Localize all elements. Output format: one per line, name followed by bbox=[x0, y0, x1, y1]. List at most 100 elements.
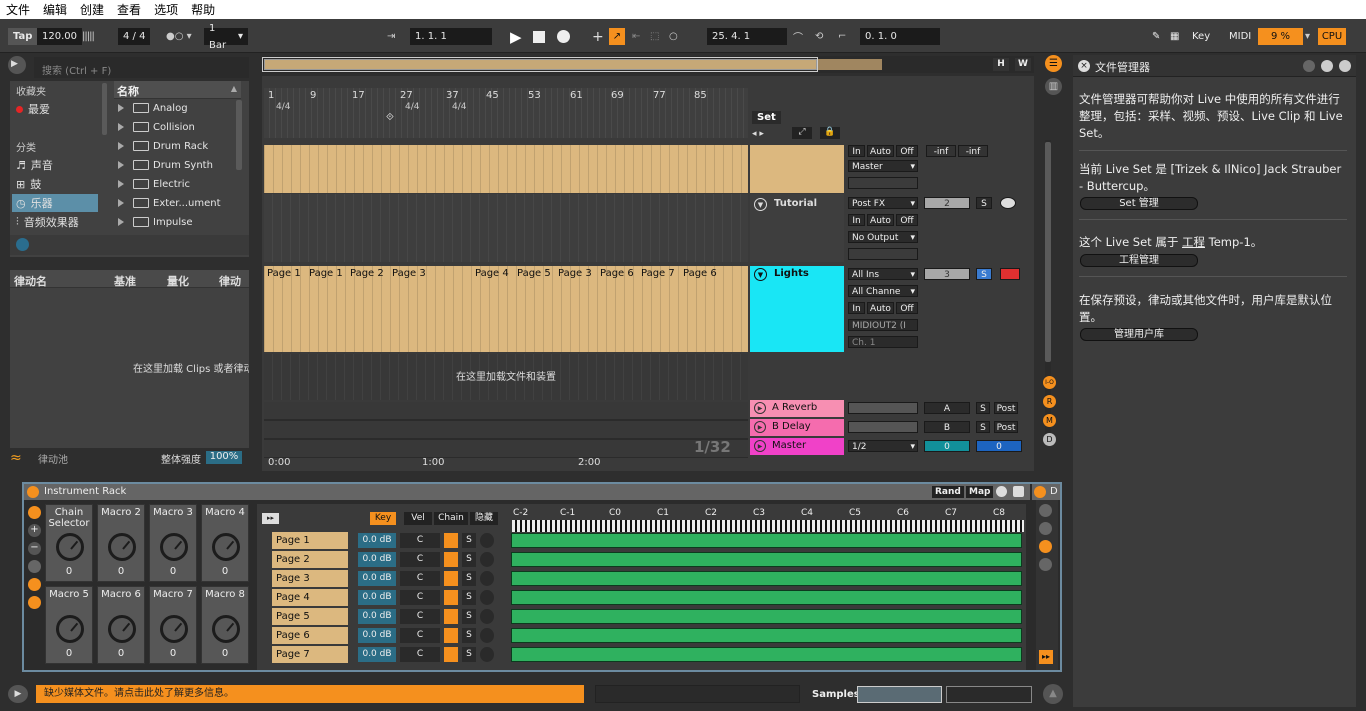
return-a-header[interactable]: ▶ A Reverb bbox=[750, 400, 844, 417]
chain-hotswap-icon[interactable] bbox=[480, 647, 494, 662]
clip-label[interactable]: Page 5 bbox=[517, 268, 551, 279]
knob-icon[interactable] bbox=[212, 615, 240, 643]
beat-ruler[interactable] bbox=[264, 88, 748, 138]
overdub-icon[interactable]: + bbox=[592, 28, 604, 45]
clip-label[interactable]: Page 4 bbox=[475, 268, 509, 279]
track-2-off[interactable]: Off bbox=[896, 214, 918, 226]
macro-knob[interactable]: Macro 3 0 bbox=[149, 504, 197, 582]
key-map-button[interactable]: Key bbox=[1192, 28, 1210, 45]
set-nav-icon[interactable]: ◂ ▸ bbox=[752, 129, 764, 139]
chain-name[interactable]: Page 7 bbox=[272, 646, 348, 663]
meter-field[interactable]: 4 / 4 bbox=[118, 28, 151, 45]
next-device-bar[interactable]: D bbox=[1032, 484, 1060, 500]
fold-icon[interactable]: ▼ bbox=[754, 198, 767, 211]
chain-volume[interactable]: 0.0 dB bbox=[358, 552, 396, 567]
track-1-vol2[interactable]: -inf bbox=[958, 145, 988, 157]
chain-volume[interactable]: 0.0 dB bbox=[358, 628, 396, 643]
sidebar-item-favorite[interactable]: 最爱 bbox=[16, 100, 50, 118]
track-1-vol[interactable]: -inf bbox=[926, 145, 956, 157]
clip-label[interactable]: Page 1 bbox=[267, 268, 301, 279]
chain-hotswap-icon[interactable] bbox=[480, 628, 494, 643]
quantize-select[interactable]: 1 Bar ▾ bbox=[204, 23, 248, 51]
remove-macro-icon[interactable]: − bbox=[28, 542, 41, 555]
chain-pan[interactable]: C bbox=[400, 552, 440, 567]
chain-name[interactable]: Page 1 bbox=[272, 532, 348, 549]
project-link[interactable]: 工程 bbox=[1182, 235, 1205, 249]
map-button[interactable]: Map bbox=[966, 486, 994, 498]
track-3-arm-icon[interactable] bbox=[1000, 268, 1020, 280]
home-icon[interactable] bbox=[1339, 60, 1351, 72]
project-manage-button[interactable]: 工程管理 bbox=[1080, 254, 1198, 267]
track-3-in[interactable]: In bbox=[848, 302, 865, 314]
sidebar-item-audio-effects[interactable]: ⫶ 音频效果器 bbox=[16, 213, 79, 231]
clip-label[interactable]: Page 3 bbox=[392, 268, 426, 279]
knob-icon[interactable] bbox=[56, 533, 84, 561]
track-1-clip[interactable] bbox=[264, 145, 748, 193]
track-3-header[interactable]: ▼ Lights bbox=[750, 266, 844, 352]
clip-label[interactable]: Page 1 bbox=[309, 268, 343, 279]
return-b-letter[interactable]: B bbox=[924, 421, 970, 433]
rack-preset-icon[interactable] bbox=[1013, 486, 1024, 497]
clip-label[interactable]: Page 6 bbox=[683, 268, 717, 279]
menu-file[interactable]: 文件 bbox=[6, 1, 30, 18]
height-button[interactable]: H bbox=[993, 58, 1009, 71]
name-header[interactable]: 名称 ▲ bbox=[114, 81, 241, 99]
clip-label[interactable]: Page 2 bbox=[350, 268, 384, 279]
tap-button[interactable]: Tap bbox=[8, 28, 38, 45]
master-vol[interactable]: 0 bbox=[924, 440, 970, 452]
track-2-sub[interactable] bbox=[848, 248, 918, 260]
speaker-icon[interactable] bbox=[444, 609, 458, 624]
user-library-button[interactable]: 管理用户库 bbox=[1080, 328, 1198, 341]
chain-solo[interactable]: S bbox=[462, 571, 476, 586]
track-1-sub[interactable] bbox=[848, 177, 918, 189]
track-3-solo[interactable]: S bbox=[976, 268, 992, 280]
position-field[interactable]: 1. 1. 1 bbox=[410, 28, 492, 45]
chain-pan[interactable]: C bbox=[400, 609, 440, 624]
track-2-output[interactable]: No Output ▾ bbox=[848, 231, 918, 243]
track-2-in[interactable]: In bbox=[848, 214, 865, 226]
capture-icon[interactable]: ⬚ bbox=[650, 28, 659, 45]
speaker-icon[interactable] bbox=[444, 552, 458, 567]
record-icon[interactable] bbox=[557, 30, 570, 43]
metronome-icon[interactable]: ●○ ▾ bbox=[166, 28, 192, 45]
session-record-icon[interactable]: ○ bbox=[669, 28, 678, 45]
macro-knob[interactable]: Chain Selector 0 bbox=[45, 504, 93, 582]
close-icon[interactable]: × bbox=[1078, 60, 1090, 72]
menu-help[interactable]: 帮助 bbox=[191, 1, 215, 18]
devices-icon[interactable] bbox=[28, 596, 41, 609]
track-1-header[interactable] bbox=[750, 145, 844, 193]
chain-name[interactable]: Page 6 bbox=[272, 627, 348, 644]
overview-viewport[interactable] bbox=[262, 57, 818, 72]
macro-knob[interactable]: Macro 7 0 bbox=[149, 586, 197, 664]
chain-name[interactable]: Page 2 bbox=[272, 551, 348, 568]
key-zone[interactable] bbox=[511, 533, 1022, 548]
macro-knob[interactable]: Macro 2 0 bbox=[97, 504, 145, 582]
nudge-icon[interactable]: ||||| bbox=[82, 28, 95, 45]
chain-solo[interactable]: S bbox=[462, 590, 476, 605]
back-icon[interactable] bbox=[1303, 60, 1315, 72]
status-message[interactable]: 缺少媒体文件。请点击此处了解更多信息。 bbox=[36, 685, 584, 703]
detail-thumbnail[interactable] bbox=[946, 686, 1032, 703]
clip-label[interactable]: Page 7 bbox=[641, 268, 675, 279]
track-3-midi-channel[interactable]: Ch. 1 bbox=[848, 336, 918, 348]
play-icon[interactable]: ▶ bbox=[510, 28, 522, 46]
knob-icon[interactable] bbox=[108, 533, 136, 561]
track-thumbnail[interactable] bbox=[857, 686, 942, 703]
delay-toggle[interactable]: D bbox=[1043, 433, 1056, 446]
chain-hotswap-icon[interactable] bbox=[480, 571, 494, 586]
chain-solo[interactable]: S bbox=[462, 609, 476, 624]
clip-label[interactable]: Page 6 bbox=[600, 268, 634, 279]
sidebar-item-instruments[interactable]: ◷ 乐器 bbox=[12, 194, 98, 212]
tempo-field[interactable]: 120.00 bbox=[37, 28, 82, 45]
loop-length-field[interactable]: 0. 1. 0 bbox=[860, 28, 940, 45]
device-expand-icon[interactable]: ▸▸ bbox=[1039, 650, 1053, 664]
midi-map-button[interactable]: MIDI bbox=[1229, 28, 1251, 45]
rack-show-macros-icon[interactable] bbox=[28, 506, 41, 519]
sig-marker[interactable]: 4/4 bbox=[452, 102, 466, 112]
return-b-header[interactable]: ▶ B Delay bbox=[750, 419, 844, 436]
chain-volume[interactable]: 0.0 dB bbox=[358, 571, 396, 586]
sig-marker[interactable]: 4/4 bbox=[405, 102, 419, 112]
speaker-icon[interactable] bbox=[444, 647, 458, 662]
chain-volume[interactable]: 0.0 dB bbox=[358, 647, 396, 662]
next-device-power-icon[interactable] bbox=[1034, 486, 1046, 498]
